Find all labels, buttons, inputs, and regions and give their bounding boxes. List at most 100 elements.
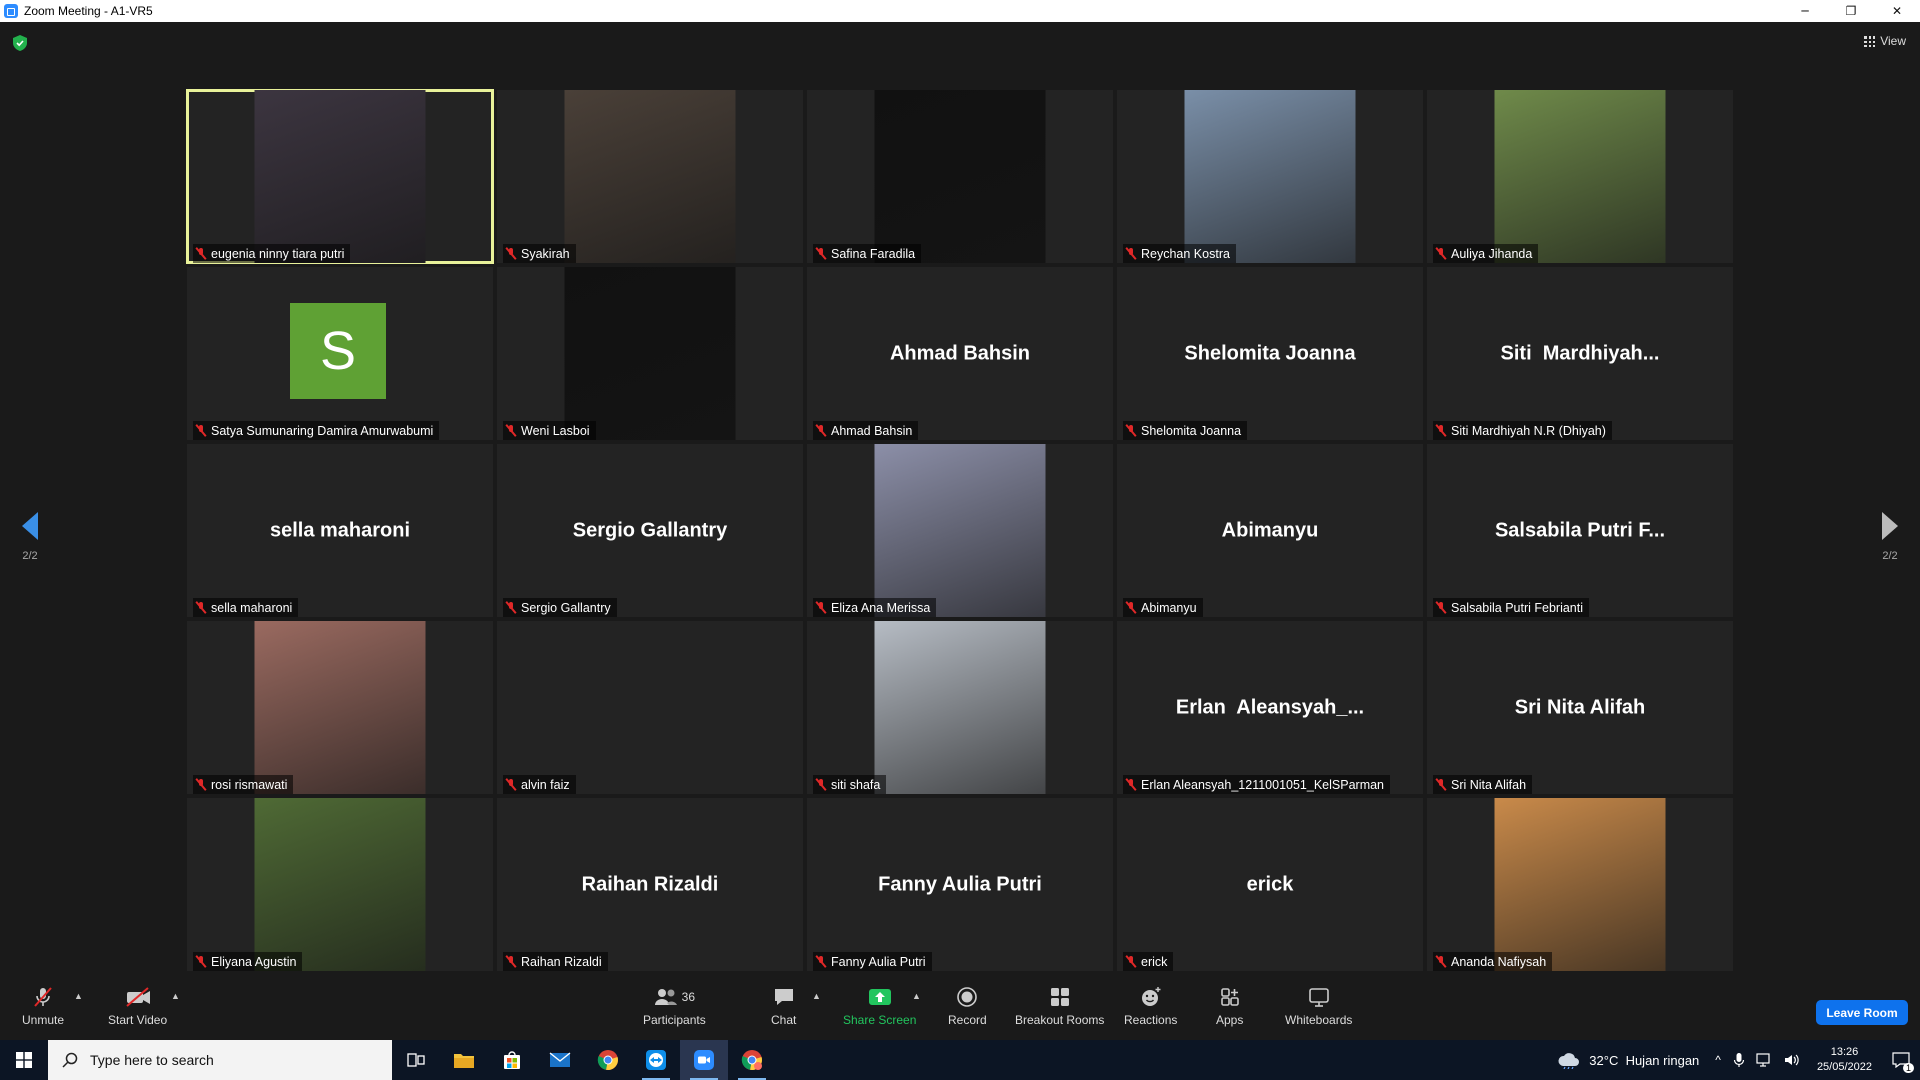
muted-mic-icon xyxy=(1125,601,1137,614)
participant-tile[interactable]: rosi rismawati xyxy=(187,621,493,794)
page-indicator-left: 2/2 xyxy=(22,550,38,562)
participant-name: Abimanyu xyxy=(1141,600,1197,615)
muted-mic-icon xyxy=(1435,247,1447,260)
participant-tile[interactable]: Sri Nita Alifah Sri Nita Alifah xyxy=(1427,621,1733,794)
unmute-button[interactable]: Unmute xyxy=(22,985,64,1027)
participant-name: alvin faiz xyxy=(521,777,570,792)
start-video-button[interactable]: Start Video xyxy=(108,985,167,1027)
participant-tile[interactable]: Salsabila Putri F... Salsabila Putri Febr… xyxy=(1427,444,1733,617)
participant-name: sella maharoni xyxy=(211,600,293,615)
clock[interactable]: 13:26 25/05/2022 xyxy=(1817,1045,1872,1075)
participant-tile[interactable]: Sergio Gallantry Sergio Gallantry xyxy=(497,444,803,617)
participant-tile[interactable]: Ananda Nafiysah xyxy=(1427,798,1733,971)
maximize-button[interactable]: ❐ xyxy=(1828,0,1874,22)
participant-photo xyxy=(564,90,736,263)
participant-tile[interactable]: Siti Mardhiyah... Siti Mardhiyah N.R (Dhi… xyxy=(1427,267,1733,440)
leave-room-button[interactable]: Leave Room xyxy=(1816,1000,1908,1025)
chrome-profile-icon[interactable] xyxy=(728,1040,776,1080)
participant-name-label: siti shafa xyxy=(813,775,887,794)
view-label: View xyxy=(1880,34,1906,48)
avatar: S xyxy=(290,303,386,399)
participant-tile[interactable]: siti shafa xyxy=(807,621,1113,794)
reactions-button[interactable]: Reactions xyxy=(1124,985,1177,1027)
chat-button[interactable]: Chat xyxy=(771,985,796,1027)
show-hidden-icons-icon[interactable]: ^ xyxy=(1715,1053,1721,1067)
microsoft-store-icon[interactable] xyxy=(488,1040,536,1080)
apps-label: Apps xyxy=(1216,1013,1244,1027)
teamviewer-icon[interactable] xyxy=(632,1040,680,1080)
participant-tile[interactable]: Auliya Jihanda xyxy=(1427,90,1733,263)
participant-tile[interactable]: Fanny Aulia Putri Fanny Aulia Putri xyxy=(807,798,1113,971)
audio-options-caret[interactable]: ▲ xyxy=(74,991,83,1001)
notification-center-button[interactable]: 1 xyxy=(1882,1040,1920,1080)
participant-name: eugenia ninny tiara putri xyxy=(211,246,345,261)
participants-button[interactable]: 36 Participants xyxy=(643,985,706,1027)
participant-tile[interactable]: Erlan Aleansyah_... Erlan Aleansyah_12110… xyxy=(1117,621,1423,794)
participant-tile[interactable]: eugenia ninny tiara putri xyxy=(186,89,494,264)
participant-photo xyxy=(1494,798,1666,971)
participants-icon xyxy=(654,989,677,1005)
chrome-icon[interactable] xyxy=(584,1040,632,1080)
video-options-caret[interactable]: ▲ xyxy=(171,991,180,1001)
muted-mic-icon xyxy=(1435,778,1447,791)
participant-tile[interactable]: Eliza Ana Merissa xyxy=(807,444,1113,617)
record-button[interactable]: Record xyxy=(948,985,987,1027)
participant-tile[interactable]: Safina Faradila xyxy=(807,90,1113,263)
share-screen-button[interactable]: Share Screen xyxy=(843,985,916,1027)
participant-display-name: Raihan Rizaldi xyxy=(581,873,719,895)
participant-tile[interactable]: Eliyana Agustin xyxy=(187,798,493,971)
participant-tile[interactable]: Abimanyu Abimanyu xyxy=(1117,444,1423,617)
participant-tile[interactable]: Weni Lasboi xyxy=(497,267,803,440)
mail-icon[interactable] xyxy=(536,1040,584,1080)
zoom-taskbar-icon[interactable] xyxy=(680,1040,728,1080)
participant-name: Ananda Nafiysah xyxy=(1451,954,1547,969)
share-options-caret[interactable]: ▲ xyxy=(912,991,921,1001)
participant-tile[interactable]: Syakirah xyxy=(497,90,803,263)
participant-tile[interactable]: erick erick xyxy=(1117,798,1423,971)
participant-tile[interactable]: Raihan Rizaldi Raihan Rizaldi xyxy=(497,798,803,971)
share-screen-label: Share Screen xyxy=(843,1013,917,1027)
breakout-rooms-button[interactable]: Breakout Rooms xyxy=(1015,985,1104,1027)
weather-text[interactable]: 32°C Hujan ringan xyxy=(1589,1053,1699,1068)
windows-taskbar: Type here to search 32°C Hujan ringan ^ … xyxy=(0,1040,1920,1080)
muted-mic-icon xyxy=(195,247,207,260)
muted-mic-icon xyxy=(815,247,827,260)
participant-tile[interactable]: sella maharoni sella maharoni xyxy=(187,444,493,617)
participant-tile[interactable]: Ahmad Bahsin Ahmad Bahsin xyxy=(807,267,1113,440)
participant-name-label: Sergio Gallantry xyxy=(503,598,617,617)
participant-tile[interactable]: Shelomita Joanna Shelomita Joanna xyxy=(1117,267,1423,440)
whiteboards-button[interactable]: Whiteboards xyxy=(1285,985,1352,1027)
meeting-area: View 2/2 2/2 eugenia ninny tiara putri Sy… xyxy=(0,22,1920,975)
participant-photo xyxy=(254,798,426,971)
participant-name: Auliya Jihanda xyxy=(1451,246,1533,261)
participant-photo xyxy=(1184,90,1356,263)
start-button[interactable] xyxy=(0,1040,48,1080)
volume-icon[interactable] xyxy=(1783,1052,1801,1068)
file-explorer-icon[interactable] xyxy=(440,1040,488,1080)
close-button[interactable]: ✕ xyxy=(1874,0,1920,22)
muted-mic-icon xyxy=(1125,778,1137,791)
taskbar-search-box[interactable]: Type here to search xyxy=(48,1040,392,1080)
participant-tile[interactable]: S Satya Sumunaring Damira Amurwabumi xyxy=(187,267,493,440)
weather-cloud-icon[interactable] xyxy=(1557,1051,1581,1069)
participant-name-label: Satya Sumunaring Damira Amurwabumi xyxy=(193,421,440,440)
windows-logo-icon xyxy=(16,1052,32,1068)
participant-display-name: Shelomita Joanna xyxy=(1184,342,1356,364)
next-page-button[interactable]: 2/2 xyxy=(1870,512,1910,562)
network-icon[interactable] xyxy=(1755,1052,1773,1068)
view-button[interactable]: View xyxy=(1864,34,1906,48)
encryption-shield-icon[interactable] xyxy=(12,34,28,52)
minimize-button[interactable]: ─ xyxy=(1782,0,1828,22)
previous-page-button[interactable]: 2/2 xyxy=(10,512,50,562)
apps-icon xyxy=(1219,985,1241,1009)
apps-button[interactable]: Apps xyxy=(1216,985,1243,1027)
microphone-icon[interactable] xyxy=(1733,1052,1745,1068)
participant-tile[interactable]: Reychan Kostra xyxy=(1117,90,1423,263)
participant-name: Syakirah xyxy=(521,246,570,261)
participant-tile[interactable]: alvin faiz xyxy=(497,621,803,794)
chat-options-caret[interactable]: ▲ xyxy=(812,991,821,1001)
grid-icon xyxy=(1864,35,1876,47)
task-view-icon[interactable] xyxy=(392,1040,440,1080)
reactions-label: Reactions xyxy=(1124,1013,1178,1027)
participant-name-label: Eliza Ana Merissa xyxy=(813,598,937,617)
